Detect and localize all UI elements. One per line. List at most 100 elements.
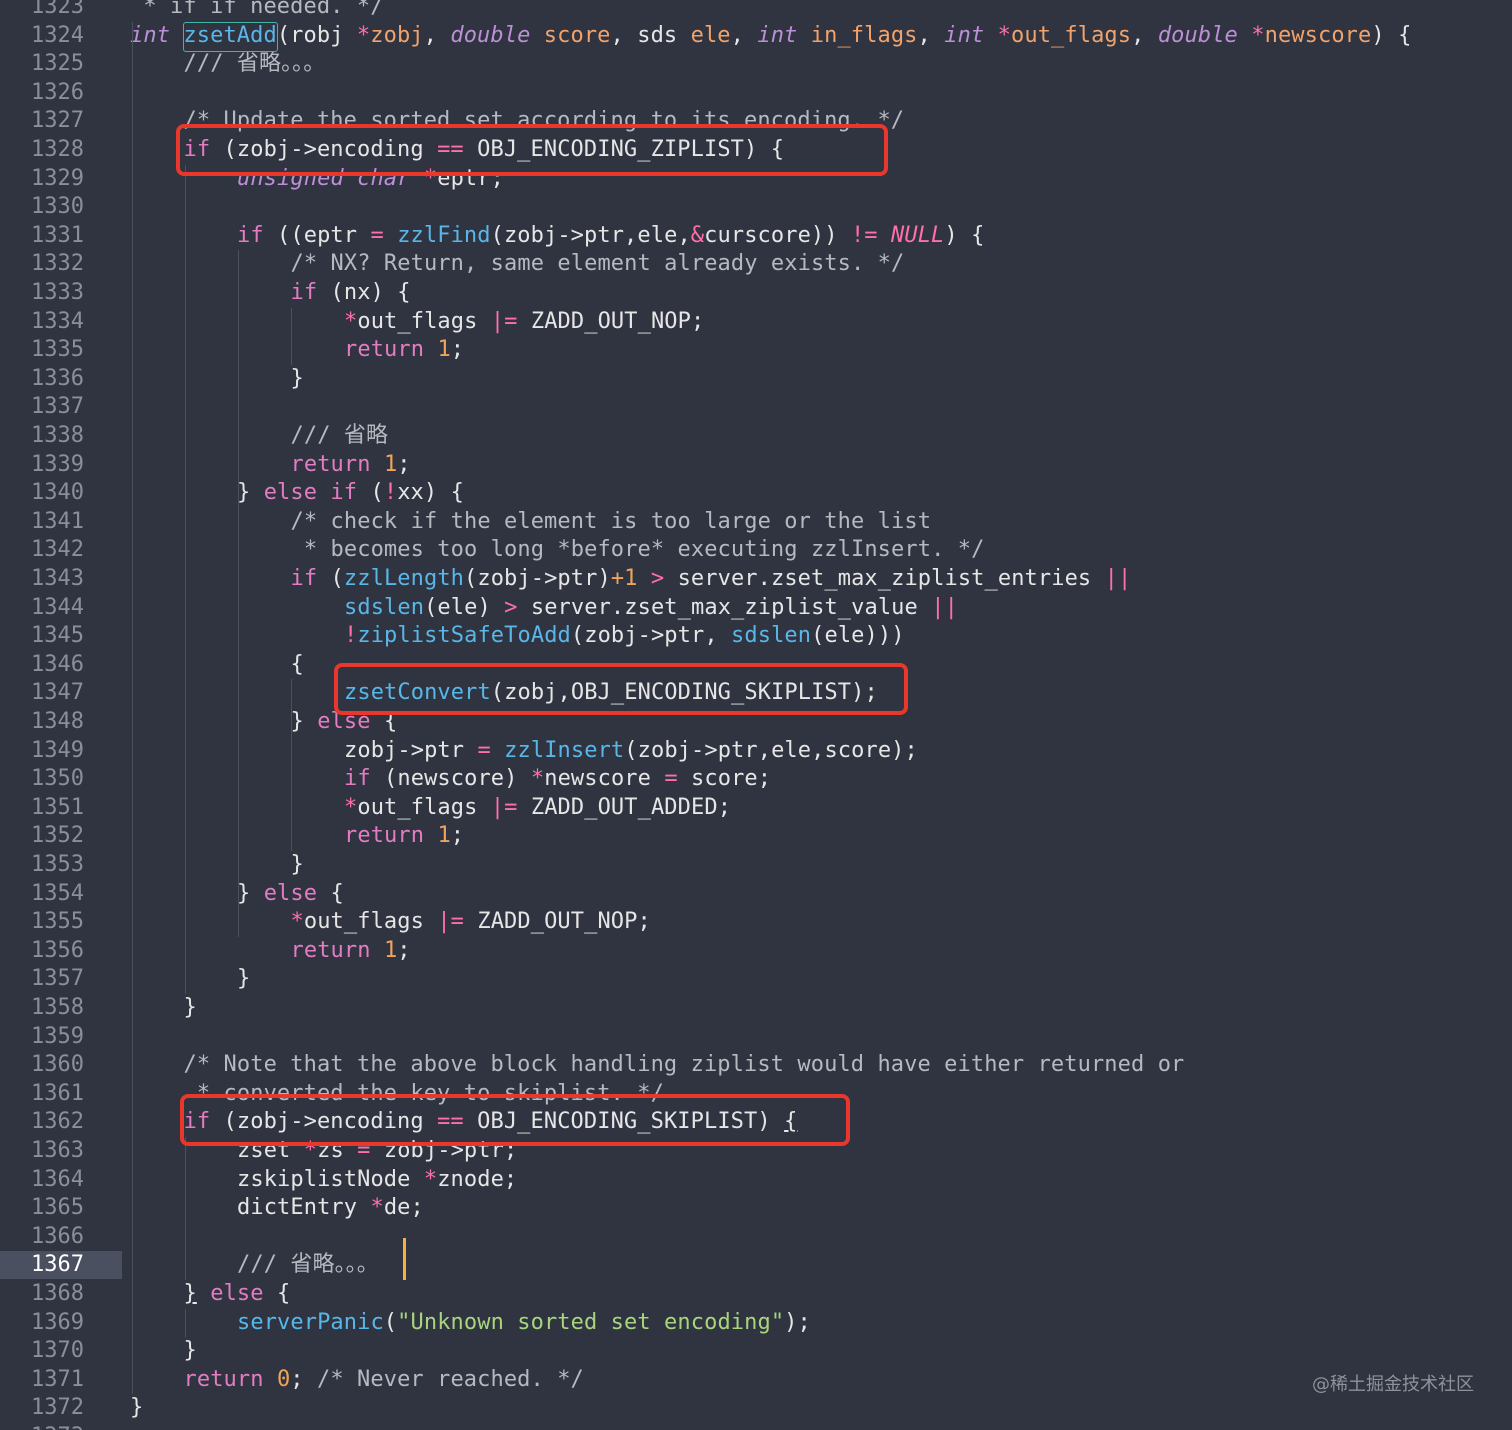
text-cursor xyxy=(403,1238,406,1280)
code-token: 1 xyxy=(437,337,451,363)
code-token: server.zset_max_ziplist_entries xyxy=(664,566,1105,591)
code-line: if (nx) { xyxy=(291,279,411,307)
line-number: 1369 xyxy=(31,1309,84,1335)
code-line: } xyxy=(237,965,250,993)
code-line: return 1; xyxy=(344,336,464,364)
code-token: ) { xyxy=(1371,22,1412,48)
code-area[interactable]: * if if needed. */ int zsetAdd(robj *zobj… xyxy=(130,0,1512,1430)
code-token: curscore)) xyxy=(704,222,851,248)
code-token: > xyxy=(504,594,518,620)
line-number: 1339 xyxy=(31,451,84,477)
line-number: 1349 xyxy=(31,737,84,763)
code-token: out_flags xyxy=(357,308,491,334)
code-token: * xyxy=(344,794,358,820)
line-number: 1352 xyxy=(31,823,84,849)
code-token: /* Never reached. */ xyxy=(317,1366,584,1392)
code-token: ; xyxy=(450,823,465,849)
code-token: & xyxy=(690,222,705,248)
line-number: 1365 xyxy=(31,1195,84,1221)
highlight-zset-convert xyxy=(334,663,908,715)
code-token: zzlFind xyxy=(397,222,491,248)
line-number: 1335 xyxy=(31,337,84,363)
code-line: if (newscore) *newscore = score; xyxy=(344,765,771,793)
code-line: *out_flags |= ZADD_OUT_NOP; xyxy=(291,908,651,936)
code-token: || xyxy=(1104,566,1132,591)
code-token: int xyxy=(944,22,985,48)
code-token: ); xyxy=(784,1309,811,1335)
code-token: ziplistSafeToAdd xyxy=(357,623,571,649)
code-token: } xyxy=(290,709,318,734)
code-token: * xyxy=(1251,22,1265,48)
code-line: return 1; xyxy=(344,822,464,850)
code-token: ( xyxy=(317,566,344,591)
code-token: , xyxy=(1131,22,1158,48)
code-line: /* check if the element is too large or … xyxy=(291,508,932,536)
line-number: 1363 xyxy=(31,1138,84,1163)
code-token: if xyxy=(290,280,318,305)
code-token: * xyxy=(530,766,545,792)
line-number: 1361 xyxy=(31,1080,84,1106)
code-token: score xyxy=(543,22,611,48)
code-token: de; xyxy=(383,1195,424,1221)
code-token: } xyxy=(183,995,197,1020)
code-token: ZADD_OUT_NOP; xyxy=(517,308,705,334)
code-token: double xyxy=(1157,22,1238,48)
code-token: * if if needed. */ xyxy=(130,0,384,19)
symbol-match-highlight xyxy=(183,22,278,52)
watermark: @稀土掘金技术社区 xyxy=(1312,1374,1474,1395)
code-line: * becomes too long *before* executing zz… xyxy=(291,536,985,564)
code-token: 1 xyxy=(437,823,451,849)
code-token: if xyxy=(237,222,264,248)
code-token: newscore xyxy=(544,766,665,792)
code-token: (newscore) xyxy=(370,766,531,792)
code-token: { xyxy=(263,1281,291,1306)
line-number: 1368 xyxy=(31,1281,84,1306)
code-token: zobj->ptr xyxy=(344,737,478,763)
code-token: /// 省略。。。 xyxy=(237,1252,379,1278)
code-token: 0 xyxy=(276,1366,291,1392)
code-token: serverPanic xyxy=(237,1309,384,1335)
line-number: 1324 xyxy=(31,22,84,48)
code-line: *out_flags |= ZADD_OUT_NOP; xyxy=(344,308,704,336)
code-token: +1 xyxy=(610,566,638,591)
code-line: !ziplistSafeToAdd(zobj->ptr, sdslen(ele)… xyxy=(344,622,905,650)
code-token: * xyxy=(290,909,304,935)
code-token: int xyxy=(757,22,798,48)
line-number: 1348 xyxy=(31,709,84,734)
code-token: * xyxy=(344,308,358,334)
code-token: |= xyxy=(437,909,465,935)
code-token: sdslen xyxy=(344,594,425,620)
line-number: 1351 xyxy=(31,794,84,820)
line-number: 1373 xyxy=(0,1423,84,1430)
code-line: * if if needed. */ xyxy=(130,0,384,21)
code-token: server.zset_max_ziplist_value xyxy=(517,594,932,620)
code-token: ; xyxy=(290,1366,317,1392)
code-token: { xyxy=(290,651,304,677)
code-token: , xyxy=(730,22,758,48)
code-line: } else { xyxy=(184,1280,291,1308)
line-number: 1336 xyxy=(31,365,84,391)
indent-guide xyxy=(185,1137,186,1280)
code-line: /* Note that the above block handling zi… xyxy=(184,1051,1185,1079)
code-line: int zsetAdd(robj *zobj, double score, sd… xyxy=(130,22,1411,50)
indent-guide xyxy=(291,307,292,365)
code-token: } xyxy=(183,1338,197,1364)
code-line: /// 省略。。。 xyxy=(184,50,326,78)
code-token: ) { xyxy=(944,222,985,248)
line-number: 1359 xyxy=(31,1023,84,1049)
code-token: (zobj->ptr,ele,score); xyxy=(624,737,918,763)
highlight-skiplist-check xyxy=(180,1094,850,1146)
code-token: != xyxy=(850,222,878,248)
code-token: sdslen xyxy=(731,623,812,649)
line-number: 1356 xyxy=(31,937,84,963)
line-number: 1360 xyxy=(31,1052,84,1078)
code-editor[interactable]: 1323 1324 1325 1326 1327 1328 1329 1330 1331 1332… xyxy=(0,0,1512,1430)
line-number: 1340 xyxy=(31,480,84,506)
code-token: ! xyxy=(344,623,358,649)
code-line: } xyxy=(291,365,304,393)
line-number: 1330 xyxy=(31,194,84,220)
